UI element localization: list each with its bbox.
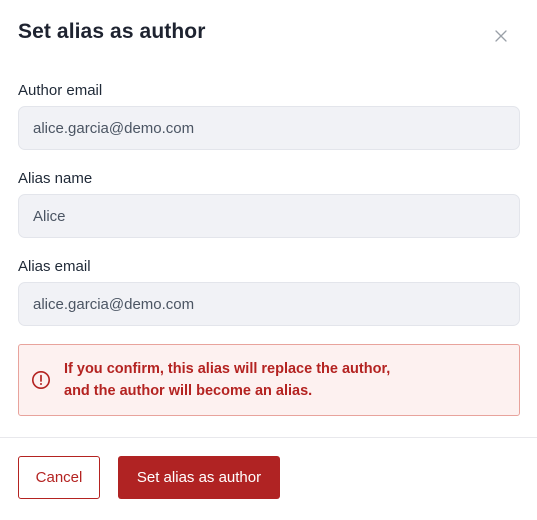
warning-line-1: If you confirm, this alias will replace …: [64, 361, 391, 377]
dialog-title: Set alias as author: [18, 20, 206, 43]
alias-name-label: Alias name: [18, 170, 93, 187]
author-email-label: Author email: [18, 82, 103, 99]
alias-name-field[interactable]: [18, 194, 520, 238]
author-email-field[interactable]: [18, 106, 520, 150]
alias-email-field[interactable]: [18, 282, 520, 326]
warning-callout: If you confirm, this alias will replace …: [18, 344, 520, 416]
alert-circle-icon: [32, 371, 50, 389]
dialog-header: Set alias as author: [18, 18, 519, 48]
warning-line-2: and the author will become an alias.: [64, 383, 313, 399]
footer-divider: [0, 437, 537, 438]
warning-message: If you confirm, this alias will replace …: [64, 358, 390, 402]
set-alias-as-author-button[interactable]: Set alias as author: [118, 456, 280, 499]
set-alias-dialog: Set alias as author Author email Alias n…: [0, 0, 537, 520]
alias-email-label: Alias email: [18, 258, 91, 275]
cancel-button[interactable]: Cancel: [18, 456, 100, 499]
close-button[interactable]: [491, 26, 511, 46]
close-icon: [495, 30, 507, 42]
